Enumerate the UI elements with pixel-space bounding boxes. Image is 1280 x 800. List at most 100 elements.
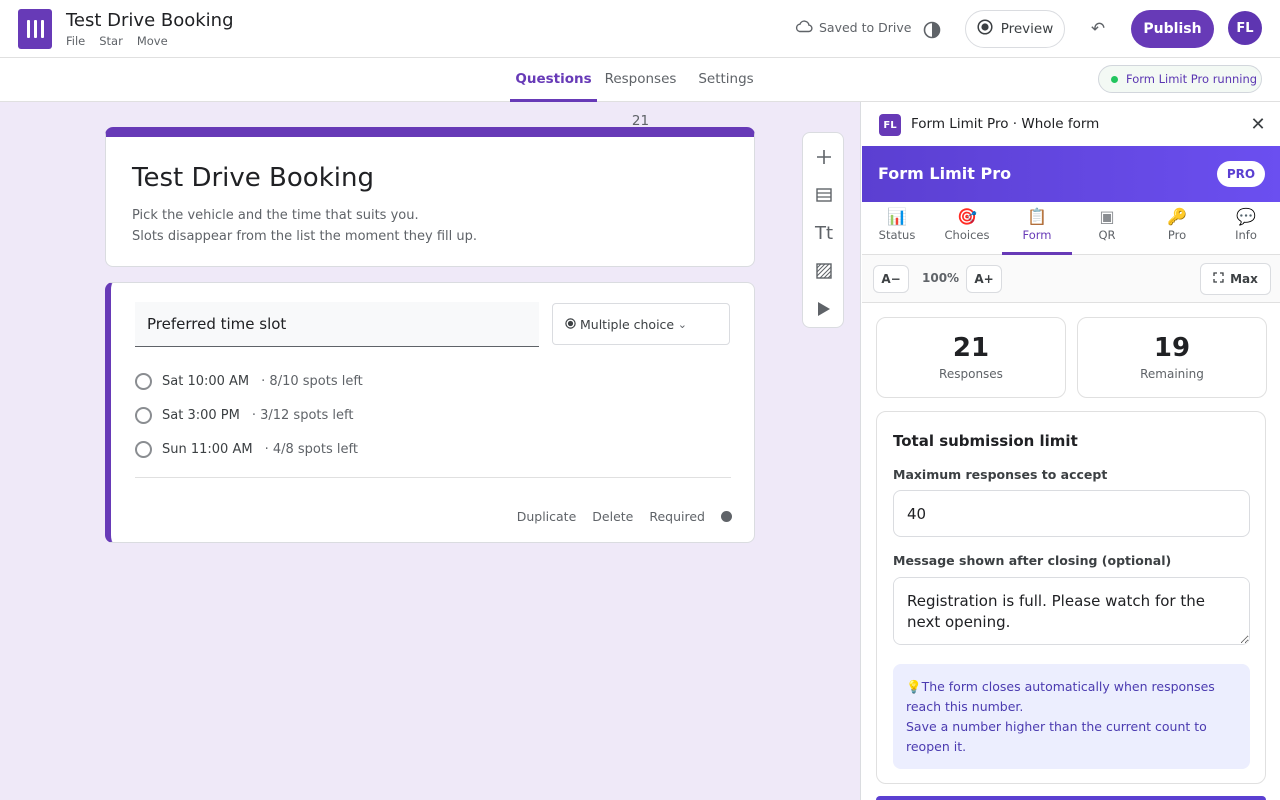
chevron-down-icon: ⌄ xyxy=(677,318,687,331)
maximize-button[interactable]: Max xyxy=(1200,263,1271,295)
form-tab-bar: Questions Responses 21 Settings Form Lim… xyxy=(0,58,1280,129)
save-status: Saved to Drive xyxy=(795,19,911,36)
panel-tab-label: Pro xyxy=(1167,228,1187,242)
menu-file[interactable]: File xyxy=(66,34,85,48)
panel-tab-choices[interactable]: 🎯 Choices xyxy=(932,202,1002,255)
panel-tab-label: Choices xyxy=(944,228,990,242)
preview-label: Preview xyxy=(1000,21,1054,37)
divider xyxy=(135,477,731,478)
panel-tab-pro[interactable]: 🔑 Pro xyxy=(1142,202,1212,255)
extension-status-label: Form Limit Pro running xyxy=(1126,72,1258,86)
required-label: Required xyxy=(649,509,705,524)
expand-icon xyxy=(1213,272,1224,286)
radio-button[interactable] xyxy=(135,407,152,424)
import-icon[interactable] xyxy=(803,181,845,209)
add-question-icon[interactable] xyxy=(803,143,845,171)
avatar[interactable]: FL xyxy=(1228,11,1262,45)
banner-title: Form Limit Pro xyxy=(878,164,1012,183)
choice-spots-left: · 8/10 spots left xyxy=(261,374,363,389)
question-footer: Duplicate Delete Required xyxy=(517,509,732,524)
theme-toggle-icon[interactable] xyxy=(920,18,944,42)
radio-button[interactable] xyxy=(135,373,152,390)
tab-settings[interactable]: Settings xyxy=(694,58,758,102)
closing-message-input[interactable]: Registration is full. Please watch for t… xyxy=(893,577,1250,645)
panel-tab-label: QR xyxy=(1098,228,1116,242)
form-description-line: Slots disappear from the list the moment… xyxy=(132,229,477,244)
undo-icon[interactable]: ↶ xyxy=(1086,17,1110,41)
maximize-label: Max xyxy=(1230,272,1258,286)
form-header-card[interactable]: Test Drive Booking Pick the vehicle and … xyxy=(105,127,755,267)
next-card-edge xyxy=(876,796,1266,800)
remaining-count: 19 xyxy=(1153,333,1191,363)
info-note-line: Save a number higher than the current co… xyxy=(906,719,1207,754)
pro-badge[interactable]: PRO xyxy=(1217,161,1265,187)
clipboard-icon: 📋 xyxy=(1027,207,1047,226)
extension-logo: FL xyxy=(879,114,901,136)
duplicate-button[interactable]: Duplicate xyxy=(517,509,577,524)
delete-button[interactable]: Delete xyxy=(592,509,633,524)
running-dot-icon xyxy=(1111,75,1118,83)
closing-message-label: Message shown after closing (optional) xyxy=(893,553,1172,568)
form-description-line: Pick the vehicle and the time that suits… xyxy=(132,208,419,223)
remaining-stat: 19 Remaining xyxy=(1077,317,1267,398)
info-note-line: 💡The form closes automatically when resp… xyxy=(906,679,1215,714)
preview-icon xyxy=(977,19,993,39)
question-type-dropdown[interactable]: Multiple choice ⌄ xyxy=(552,303,730,345)
zoom-bar: A− 100% A+ Max xyxy=(862,255,1280,303)
panel-header: FL Form Limit Pro · Whole form ✕ xyxy=(861,102,1280,146)
info-note: 💡The form closes automatically when resp… xyxy=(893,664,1250,769)
increase-font-button[interactable]: A+ xyxy=(966,265,1002,293)
panel-banner: Form Limit Pro PRO xyxy=(862,146,1280,202)
form-limit-pro-panel: FL Form Limit Pro · Whole form ✕ Form Li… xyxy=(860,102,1280,800)
side-toolbar: Tt xyxy=(802,132,844,328)
menu-move[interactable]: Move xyxy=(137,34,168,48)
responses-count: 21 xyxy=(952,333,990,363)
key-icon: 🔑 xyxy=(1167,207,1187,226)
chart-icon: 📊 xyxy=(887,207,907,226)
document-title[interactable]: Test Drive Booking xyxy=(66,10,234,31)
cloud-icon xyxy=(795,19,813,36)
max-responses-input[interactable] xyxy=(893,490,1250,537)
panel-tab-info[interactable]: 💬 Info xyxy=(1211,202,1280,255)
required-toggle[interactable] xyxy=(721,511,732,522)
question-card[interactable]: Preferred time slot Multiple choice ⌄ Sa… xyxy=(105,282,755,543)
qr-icon: ▣ xyxy=(1099,207,1115,226)
preview-button[interactable]: Preview xyxy=(965,10,1065,48)
choice-option[interactable]: Sat 3:00 PM · 3/12 spots left xyxy=(135,407,353,424)
choice-label: Sun 11:00 AM xyxy=(162,442,253,457)
choice-option[interactable]: Sat 10:00 AM · 8/10 spots left xyxy=(135,373,363,390)
tab-questions[interactable]: Questions xyxy=(510,58,597,102)
tab-responses[interactable]: Responses 21 xyxy=(597,58,684,129)
form-description[interactable]: Pick the vehicle and the time that suits… xyxy=(132,205,477,247)
panel-tab-label: Status xyxy=(878,228,916,242)
choice-option[interactable]: Sun 11:00 AM · 4/8 spots left xyxy=(135,441,358,458)
choice-label: Sat 3:00 PM xyxy=(162,408,240,423)
video-icon[interactable] xyxy=(803,295,845,323)
save-status-label: Saved to Drive xyxy=(819,20,912,35)
publish-button[interactable]: Publish xyxy=(1131,10,1214,48)
question-type-label: Multiple choice xyxy=(580,316,675,332)
decrease-font-button[interactable]: A− xyxy=(873,265,909,293)
panel-tab-form[interactable]: 📋 Form xyxy=(1002,202,1072,255)
speech-bubble-icon: 💬 xyxy=(1236,207,1256,226)
limit-card-title: Total submission limit xyxy=(893,432,1078,450)
forms-logo-icon[interactable] xyxy=(18,9,52,49)
target-icon: 🎯 xyxy=(957,207,977,226)
question-title-input[interactable]: Preferred time slot xyxy=(135,302,539,347)
panel-tab-status[interactable]: 📊 Status xyxy=(862,202,932,255)
choice-label: Sat 10:00 AM xyxy=(162,374,250,389)
panel-tab-qr[interactable]: ▣ QR xyxy=(1072,202,1142,255)
choice-spots-left: · 4/8 spots left xyxy=(264,442,358,457)
panel-title: Form Limit Pro · Whole form xyxy=(911,116,1100,132)
max-responses-label: Maximum responses to accept xyxy=(893,467,1108,482)
extension-status-badge[interactable]: Form Limit Pro running xyxy=(1098,65,1262,93)
form-title[interactable]: Test Drive Booking xyxy=(132,163,374,193)
zoom-level: 100% xyxy=(922,271,960,285)
close-icon[interactable]: ✕ xyxy=(1247,113,1269,135)
title-text-icon[interactable]: Tt xyxy=(803,219,845,247)
radio-button[interactable] xyxy=(135,441,152,458)
top-bar: Test Drive Booking File Star Move Saved … xyxy=(0,0,1280,58)
choice-spots-left: · 3/12 spots left xyxy=(251,408,354,423)
image-icon[interactable] xyxy=(803,257,845,285)
menu-star[interactable]: Star xyxy=(99,34,123,48)
